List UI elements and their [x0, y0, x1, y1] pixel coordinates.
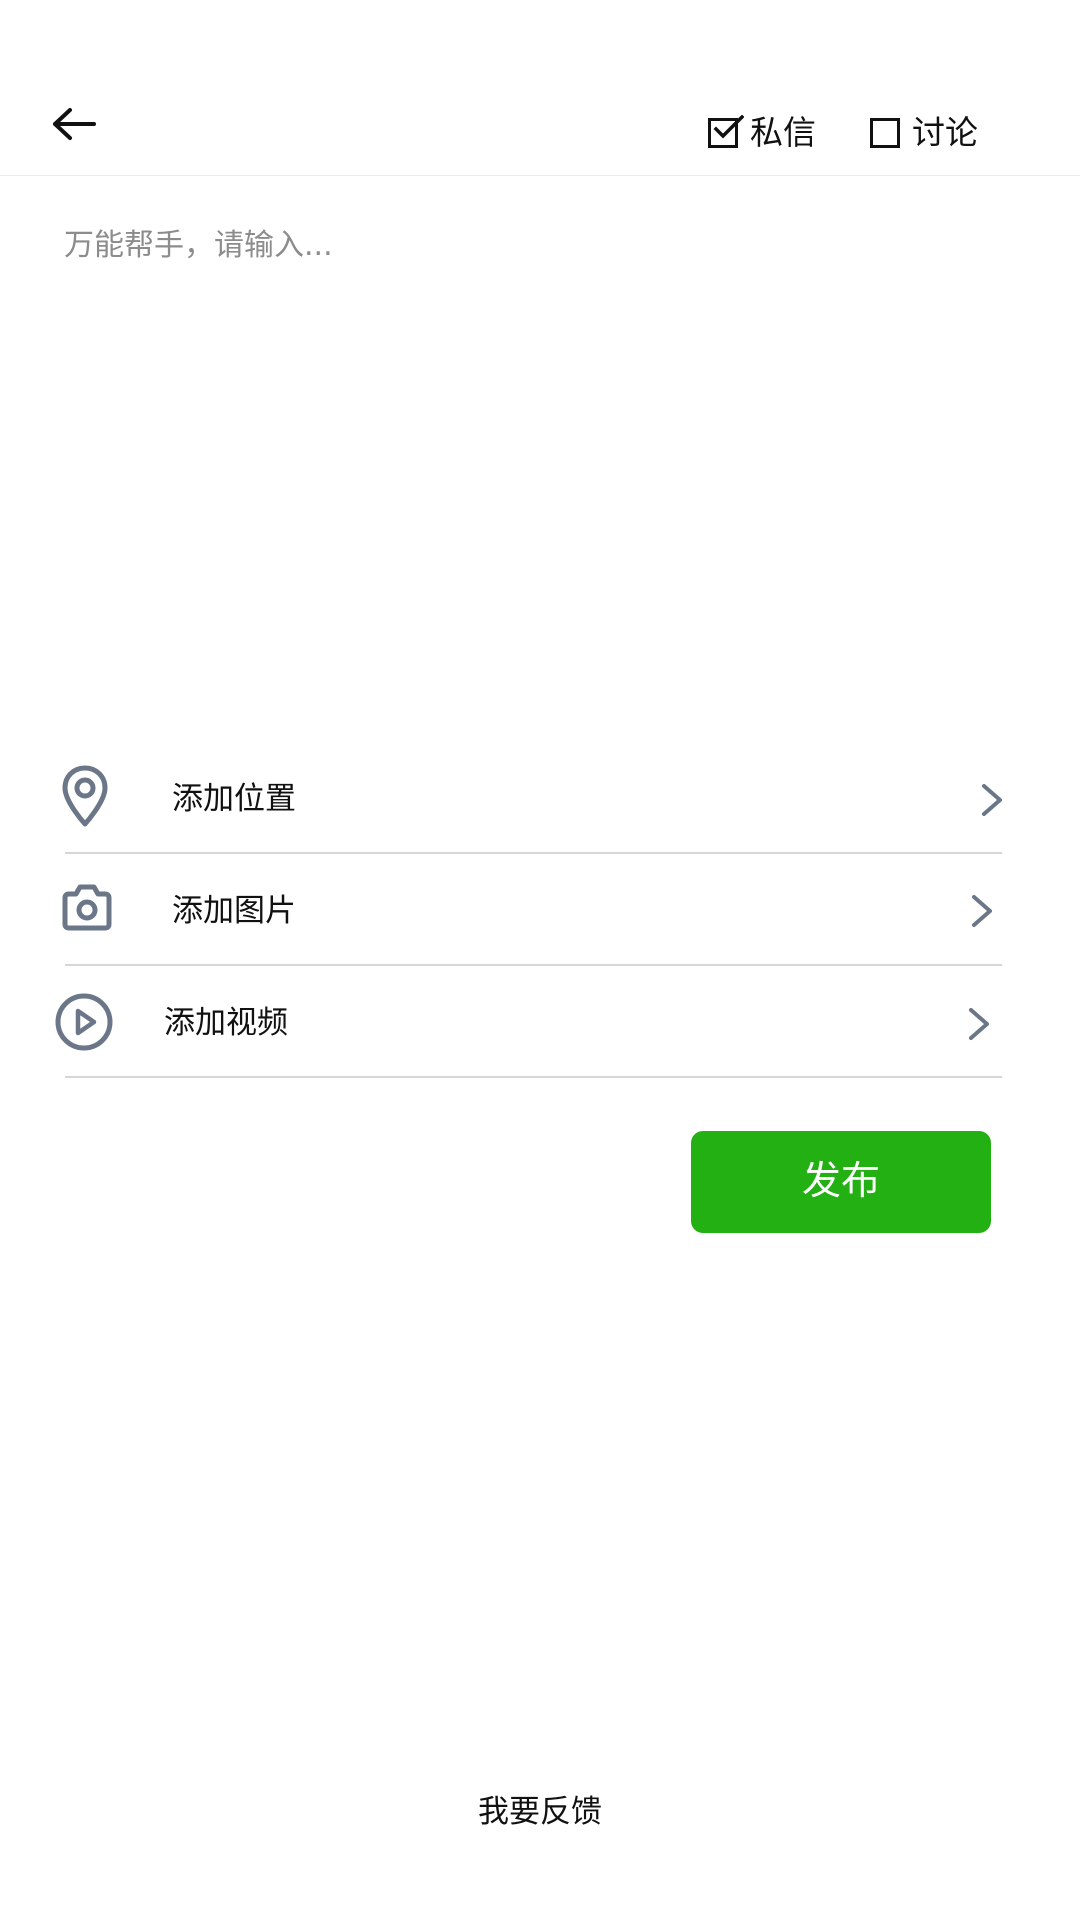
- add-image-label: 添加图片: [172, 893, 296, 929]
- checkbox-unchecked-icon: [870, 118, 900, 148]
- feedback-link[interactable]: 我要反馈: [420, 1790, 660, 1834]
- publish-button[interactable]: 发布: [691, 1131, 991, 1233]
- add-image-row[interactable]: 添加图片: [52, 854, 1002, 966]
- discussion-checkbox[interactable]: 讨论: [870, 108, 978, 158]
- checkbox-checked-icon: [708, 115, 744, 148]
- add-location-row[interactable]: 添加位置: [52, 742, 1002, 854]
- private-message-label: 私信: [750, 113, 816, 152]
- compose-input[interactable]: [64, 220, 1014, 700]
- chevron-right-icon: [982, 784, 1002, 816]
- divider: [65, 1076, 1002, 1078]
- add-video-label: 添加视频: [164, 1005, 288, 1041]
- chevron-right-icon: [972, 895, 992, 927]
- chevron-right-icon: [969, 1008, 989, 1040]
- add-video-row[interactable]: 添加视频: [52, 966, 1002, 1078]
- private-message-checkbox[interactable]: 私信: [708, 108, 816, 158]
- back-button[interactable]: [52, 104, 112, 164]
- add-location-label: 添加位置: [172, 781, 296, 817]
- camera-icon: [62, 884, 112, 931]
- play-circle-icon: [55, 993, 113, 1051]
- location-pin-icon: [62, 765, 108, 827]
- discussion-label: 讨论: [912, 113, 978, 152]
- arrow-left-icon: [53, 108, 96, 140]
- top-bar: 私信 讨论: [0, 0, 1080, 176]
